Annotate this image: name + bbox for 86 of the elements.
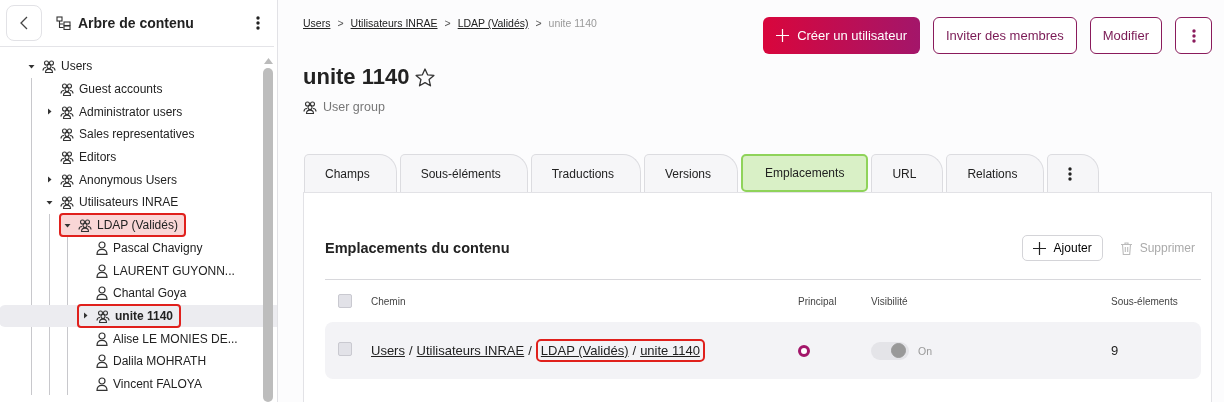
tab[interactable]: Traductions [530,154,641,192]
breadcrumb-link[interactable]: Users [303,17,331,29]
user-icon [96,286,108,301]
caret-icon[interactable] [45,108,53,116]
group-icon [60,82,74,97]
plus-icon [776,29,790,42]
tree-item[interactable]: Editors [41,145,125,170]
principal-radio[interactable] [798,344,810,357]
path-link[interactable]: unite 1140 [640,343,700,358]
more-icon [256,16,260,30]
toggle-label: On [918,344,932,357]
star-icon[interactable] [415,67,436,87]
group-icon [60,195,74,210]
caret-icon[interactable] [27,62,35,70]
more-icon [1191,28,1196,43]
caret-icon[interactable] [45,176,53,184]
tab[interactable]: Relations [946,154,1045,192]
page-title: unite 1140 [303,64,410,90]
sidebar-title: Arbre de contenu [78,15,194,31]
more-button[interactable] [1175,17,1212,54]
action-button[interactable]: Inviter des membres [933,17,1077,54]
action-button[interactable]: Modifier [1089,17,1162,54]
tree-item[interactable]: Utilisateurs INRAE [41,190,187,215]
breadcrumb-current: unite 1140 [548,17,597,29]
tree-item[interactable]: Vincent FALOYA [77,371,210,396]
trash-icon [1120,241,1132,255]
group-icon [78,218,92,233]
more-icon [1068,166,1073,181]
tree-item[interactable]: Guest accounts [41,77,171,102]
add-button[interactable]: Ajouter [1021,235,1103,261]
column-header: Sous-élements [1111,295,1179,307]
breadcrumb-separator: > [444,17,451,29]
tree-item[interactable]: Users [23,54,101,79]
path-separator: / [408,343,413,358]
tab[interactable]: Champs [304,154,397,192]
group-icon [96,308,110,323]
tree-item[interactable]: Alise LE MONIES DE... [77,326,246,351]
group-icon [60,150,74,165]
caret-icon[interactable] [45,198,53,206]
group-icon [60,172,74,187]
user-icon [96,331,108,346]
group-icon [60,104,74,119]
column-header: Chemin [371,295,407,307]
select-all-checkbox[interactable] [338,294,352,308]
row-checkbox[interactable] [338,342,352,356]
breadcrumb-link[interactable]: LDAP (Validés) [457,17,529,29]
column-header: Principal [798,295,838,307]
tree-item[interactable]: Chantal Goya [77,281,195,306]
card-title: Emplacements du contenu [325,240,510,256]
tab[interactable]: Emplacements [741,154,869,192]
path-separator: / [528,343,532,358]
table-cell-text: 9 [1111,343,1120,358]
create-button[interactable]: Créer un utilisateur [763,17,920,54]
tab[interactable]: Versions [644,154,738,192]
caret-icon[interactable] [81,312,89,320]
tree-icon [56,16,72,30]
breadcrumb-separator: > [337,17,344,29]
tree-item[interactable]: Administrator users [41,99,191,124]
tab[interactable]: URL [871,154,944,192]
path-link[interactable]: Users [371,343,405,358]
user-icon [96,240,108,255]
user-icon [96,376,108,391]
path-link[interactable]: Utilisateurs INRAE [416,343,525,358]
tab[interactable]: Sous-éléments [399,154,528,192]
group-icon [42,59,56,74]
group-icon [60,127,74,142]
user-icon [96,263,108,278]
chevron-left-icon [20,16,28,30]
content-type-label: User group [323,100,385,114]
user-icon [96,354,108,369]
tree-item[interactable]: Dalila MOHRATH [77,349,215,374]
column-header: Visibilité [871,295,909,307]
plus-icon [1032,241,1046,255]
group-icon [303,100,317,114]
tree-item[interactable]: Sales representatives [41,122,203,147]
tree-item[interactable]: LDAP (Validés) [59,213,186,238]
tree-item[interactable]: Anonymous Users [41,167,186,192]
tree-item[interactable]: LAURENT GUYONN... [77,258,243,283]
path-link[interactable]: LDAP (Validés) [540,343,629,358]
path-separator: / [632,343,637,358]
caret-icon[interactable] [63,221,71,229]
tree-item[interactable]: unite 1140 [77,303,182,328]
tree-item[interactable]: Pascal Chavigny [77,235,211,260]
breadcrumb-link[interactable]: Utilisateurs INRAE [350,17,438,29]
breadcrumb-separator: > [535,17,542,29]
scrollbar-thumb[interactable] [263,68,273,402]
